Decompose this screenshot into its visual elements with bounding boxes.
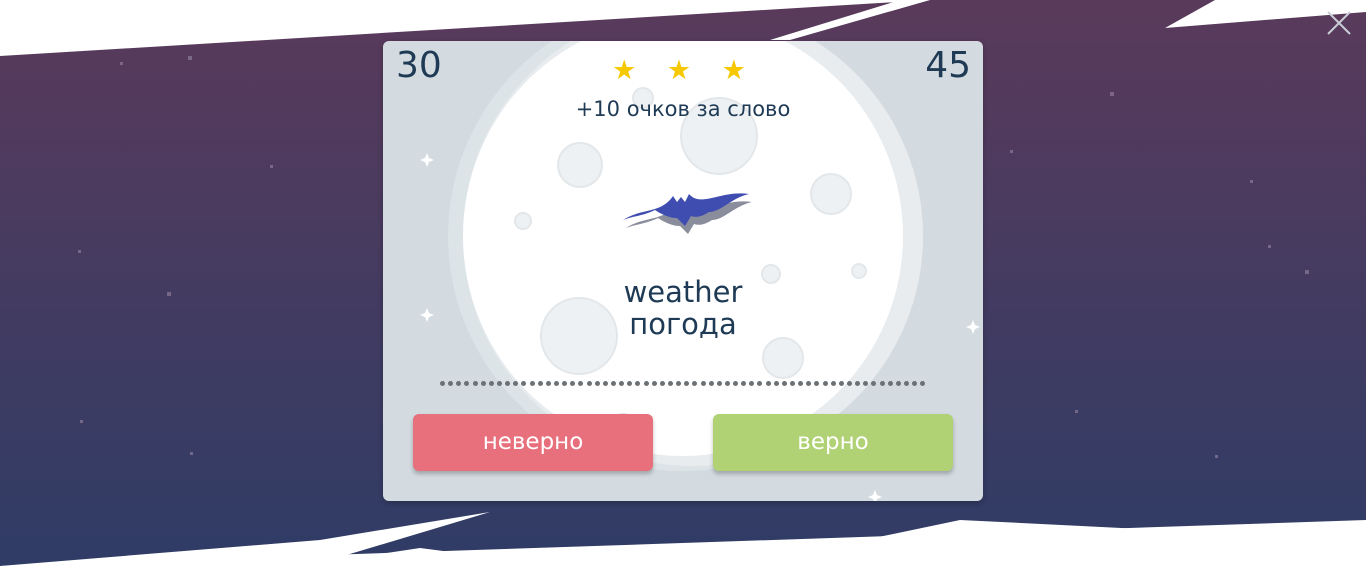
correct-button[interactable]: верно xyxy=(713,414,953,471)
timer-dot xyxy=(562,380,568,386)
game-screen: 30 45 ★ ★ ★ +10 очков за слово weather п… xyxy=(0,0,1366,566)
timer-dot xyxy=(537,380,543,386)
star-icon: ★ xyxy=(666,55,700,86)
timer-dot xyxy=(708,380,714,386)
timer-dot xyxy=(692,380,698,386)
timer-dot xyxy=(814,380,820,386)
timer-dot xyxy=(716,380,722,386)
timer-dot xyxy=(838,380,844,386)
timer-dot xyxy=(757,380,763,386)
timer-dot xyxy=(676,380,682,386)
timer-dot xyxy=(781,380,787,386)
timer-dot xyxy=(553,380,559,386)
timer-dot xyxy=(505,380,511,386)
timer-dot xyxy=(684,380,690,386)
star-icon: ★ xyxy=(612,55,645,86)
wrong-button[interactable]: неверно xyxy=(413,414,653,471)
timer-dot xyxy=(871,380,877,386)
timer-dot xyxy=(602,380,608,386)
timer-dot xyxy=(912,380,918,386)
timer-dot xyxy=(806,380,812,386)
timer-dot xyxy=(464,380,470,386)
word-card: 30 45 ★ ★ ★ +10 очков за слово weather п… xyxy=(383,41,983,501)
timer-dot xyxy=(879,380,885,386)
bat-icon xyxy=(623,193,751,234)
star-icon: ★ xyxy=(721,55,754,86)
timer-dot xyxy=(448,380,454,386)
timer-dot xyxy=(513,380,519,386)
timer-dot xyxy=(529,380,535,386)
timer-dot xyxy=(765,380,771,386)
timer-dot xyxy=(578,380,584,386)
timer-dot xyxy=(570,380,576,386)
timer-dot xyxy=(594,380,600,386)
timer-dot xyxy=(545,380,551,386)
timer-dot xyxy=(847,380,853,386)
timer-dot xyxy=(667,380,673,386)
timer-dot xyxy=(440,380,445,386)
timer-dot xyxy=(830,380,836,386)
timer-dot xyxy=(659,380,665,386)
close-icon[interactable] xyxy=(1324,8,1354,38)
timer-dot xyxy=(496,380,502,386)
timer-dot xyxy=(904,380,910,386)
timer-dot xyxy=(610,380,616,386)
timer-dot xyxy=(920,380,926,386)
timer-dot xyxy=(643,380,649,386)
timer-dot xyxy=(521,380,527,386)
timer-dot xyxy=(887,380,893,386)
word-translation: погода xyxy=(629,307,737,341)
timer-dot xyxy=(790,380,796,386)
timer-dot xyxy=(627,380,633,386)
timer-dot xyxy=(488,380,494,386)
timer-dot xyxy=(472,380,478,386)
rating-stars: ★ ★ ★ xyxy=(383,55,983,87)
timer-dot xyxy=(586,380,592,386)
timer-dot xyxy=(749,380,755,386)
word-english: weather xyxy=(623,275,743,309)
timer-dot xyxy=(480,380,486,386)
timer-dot xyxy=(733,380,739,386)
timer-dot xyxy=(863,380,869,386)
timer-dot xyxy=(619,380,625,386)
timer-progress-dots xyxy=(440,377,926,389)
points-per-word: +10 очков за слово xyxy=(575,97,791,121)
timer-dot xyxy=(700,380,706,386)
timer-dot xyxy=(773,380,779,386)
timer-dot xyxy=(635,380,641,386)
timer-dot xyxy=(741,380,747,386)
timer-dot xyxy=(798,380,804,386)
timer-dot xyxy=(855,380,861,386)
timer-dot xyxy=(895,380,901,386)
timer-dot xyxy=(651,380,657,386)
timer-dot xyxy=(724,380,730,386)
timer-dot xyxy=(456,380,462,386)
timer-dot xyxy=(822,380,828,386)
